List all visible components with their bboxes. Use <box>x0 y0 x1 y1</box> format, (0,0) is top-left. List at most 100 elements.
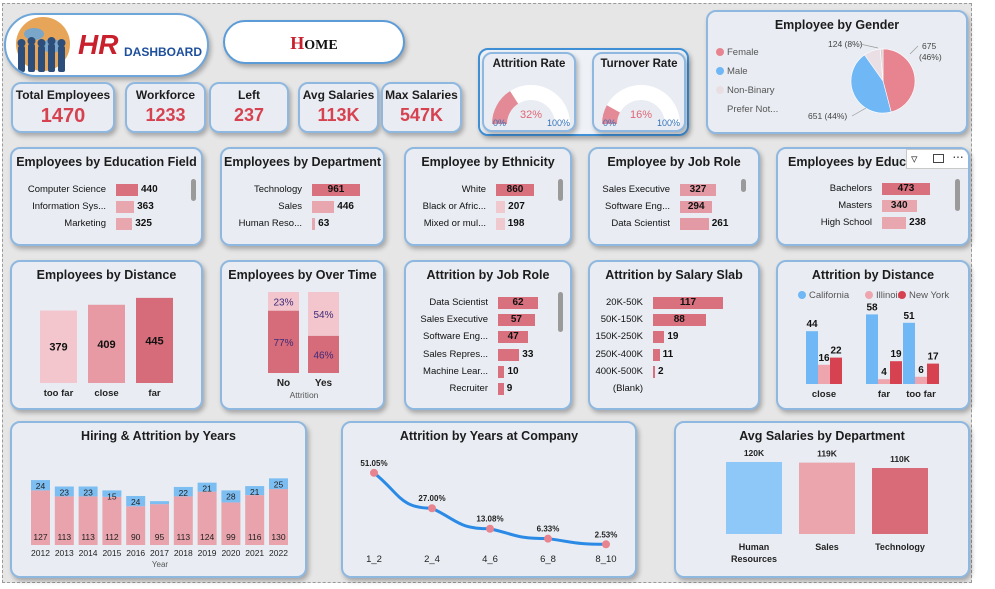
bar-label: Sales Repres... <box>423 348 488 360</box>
bar[interactable] <box>830 357 842 384</box>
gauge-turnover: 16% 0% 100% <box>602 85 680 128</box>
bar-row[interactable]: Machine Lear... 10 <box>406 365 570 379</box>
bar-row[interactable]: Software Eng... 47 <box>406 330 570 344</box>
logo-text: DASHBOARD <box>124 45 202 59</box>
bar[interactable] <box>927 363 939 384</box>
bar-value: 99 <box>226 532 236 542</box>
bar-label: 50K-150K <box>600 314 643 326</box>
card-title: Employee by Gender <box>774 18 900 32</box>
bar <box>653 365 655 378</box>
bar-row[interactable]: Software Eng... 294 <box>590 200 758 214</box>
legend-item: New York <box>898 290 949 301</box>
bar-row[interactable]: Recruiter 9 <box>406 382 570 396</box>
focus-mode-icon[interactable] <box>933 154 944 163</box>
data-point[interactable] <box>486 524 494 533</box>
data-label: 2.53% <box>595 530 618 539</box>
bar-label: Marketing <box>64 218 106 229</box>
kpi-title: Avg Salaries <box>302 88 375 102</box>
bar-value: 90 <box>131 532 141 542</box>
bar-row[interactable]: 400K-500K 2 <box>590 365 758 379</box>
bar-row[interactable]: Data Scientist 62 <box>406 296 570 310</box>
bar-row[interactable]: Sales Repres... 33 <box>406 348 570 362</box>
data-point[interactable] <box>370 468 378 477</box>
x-tick-label: 2021 <box>245 548 264 558</box>
attrition-distance-card: Attrition by Distance California Illinoi… <box>776 260 970 410</box>
bar-row[interactable]: High School 238 <box>778 216 968 230</box>
bar-row[interactable]: Sales 446 <box>222 200 383 214</box>
bar-row[interactable]: White 860 <box>406 183 570 197</box>
bar-row[interactable]: 150K-250K 19 <box>590 330 758 344</box>
bar-value: 46% <box>313 350 333 361</box>
bar[interactable] <box>726 462 782 534</box>
legend-item: California <box>798 290 849 301</box>
scrollbar[interactable] <box>558 179 563 201</box>
bar-row[interactable]: 20K-50K 117 <box>590 296 758 310</box>
bar[interactable] <box>806 331 818 384</box>
legend-dot <box>716 67 724 75</box>
bar[interactable] <box>799 462 855 534</box>
filter-icon[interactable]: ▿ <box>911 151 918 167</box>
bar-row[interactable]: Information Sys... 363 <box>12 200 201 214</box>
card-title: Employee by Ethnicity <box>421 155 555 169</box>
bar-row[interactable]: Computer Science 440 <box>12 183 201 197</box>
bar-row[interactable]: Sales Executive 57 <box>406 313 570 327</box>
gauge-title: Turnover Rate <box>600 58 678 70</box>
bar[interactable] <box>915 376 927 384</box>
leader-line <box>909 45 919 55</box>
bar-label: Software Eng... <box>423 331 488 343</box>
scrollbar[interactable] <box>558 292 563 332</box>
bar-segment[interactable] <box>150 501 169 505</box>
bar[interactable] <box>903 322 915 384</box>
bar-row[interactable]: Black or Afric... 207 <box>406 200 570 214</box>
legend-dot <box>716 48 724 56</box>
data-point[interactable] <box>602 540 610 549</box>
bar-label: Bachelors <box>829 183 872 194</box>
bar-row[interactable]: 50K-150K 88 <box>590 313 758 327</box>
bar-row[interactable]: 250K-400K 11 <box>590 348 758 362</box>
bar[interactable] <box>878 379 890 384</box>
card-title: Avg Salaries by Department <box>739 429 905 443</box>
bar-row[interactable]: Mixed or mul... 198 <box>406 217 570 231</box>
scrollbar[interactable] <box>191 179 196 201</box>
avg-salary-dept-chart: 120K Human Resources 119K Sales 110K Technolog… <box>726 448 928 564</box>
x-tick-label: 8_10 <box>595 554 616 565</box>
bar <box>882 217 907 229</box>
bar-row[interactable]: Bachelors 473 <box>778 182 968 196</box>
scrollbar[interactable] <box>741 179 746 192</box>
x-tick-label: close <box>94 388 118 399</box>
bar-row[interactable]: Data Scientist 261 <box>590 217 758 231</box>
x-tick-label: close <box>812 389 836 400</box>
bar-row[interactable]: Human Reso... 63 <box>222 217 383 231</box>
scrollbar[interactable] <box>955 179 960 211</box>
bar-value: 21 <box>250 487 260 497</box>
department-card: Employees by Department Technology 961 Sal… <box>220 147 385 246</box>
bar-row[interactable]: Technology 961 <box>222 183 383 197</box>
bar[interactable] <box>866 314 878 384</box>
bar-value: 261 <box>711 218 729 229</box>
bar[interactable] <box>872 468 928 534</box>
bar-value: 127 <box>33 532 47 542</box>
bar-row[interactable]: Sales Executive 327 <box>590 183 758 197</box>
kpi-title: Max Salaries <box>385 88 458 102</box>
bar-value: 117 <box>679 297 697 308</box>
logo-card: HR DASHBOARD <box>4 13 209 77</box>
series-line[interactable] <box>373 471 607 546</box>
bar-row[interactable]: (Blank) <box>590 382 758 396</box>
x-axis-title: Attrition <box>290 390 319 400</box>
bar-label: Software Eng... <box>605 201 670 212</box>
bar-value: 4 <box>881 367 887 378</box>
bar <box>498 348 520 361</box>
x-tick-label: 2_4 <box>424 554 440 565</box>
bar-value: 445 <box>145 335 163 347</box>
kpi-avg-salaries: Avg Salaries 113K <box>298 82 379 133</box>
data-point[interactable] <box>544 534 552 543</box>
data-point[interactable] <box>428 504 436 513</box>
kpi-workforce: Workforce 1233 <box>125 82 206 133</box>
bar-row[interactable]: Masters 340 <box>778 199 968 213</box>
bar-row[interactable]: Marketing 325 <box>12 217 201 231</box>
bar[interactable] <box>890 361 902 384</box>
more-options-icon[interactable]: ··· <box>952 149 964 164</box>
bar-value: 113 <box>177 532 191 542</box>
bar[interactable] <box>818 364 830 384</box>
home-button[interactable]: HOME <box>223 20 405 64</box>
